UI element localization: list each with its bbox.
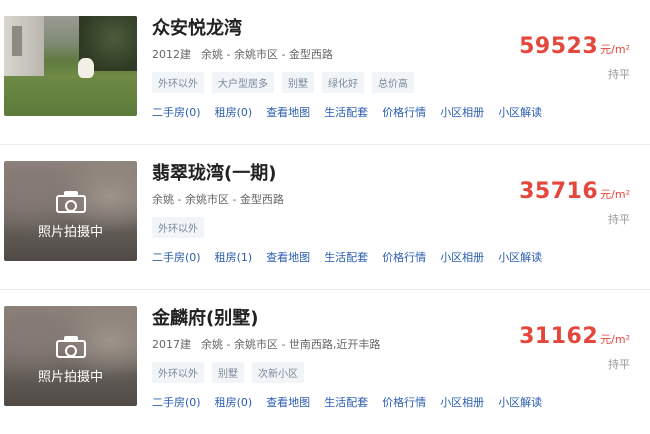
listing-item: 照片拍摄中 翡翠珑湾(一期) 余姚 - 余姚市区 - 金型西路 外环以外 二手房… — [0, 144, 650, 289]
unit-price: 31162 元/m² — [519, 324, 630, 349]
location: 余姚 - 余姚市区 - 世南西路,近开丰路 — [201, 338, 381, 351]
photo-pending-label: 照片拍摄中 — [37, 370, 103, 385]
build-year: 2012建 — [152, 48, 191, 61]
price-trend-link[interactable]: 价格行情 — [382, 104, 426, 120]
rent-link[interactable]: 租房(1) — [215, 249, 253, 265]
tag: 别墅 — [282, 72, 314, 93]
tag: 外环以外 — [152, 362, 204, 383]
secondhand-link[interactable]: 二手房(0) — [152, 104, 201, 120]
photo-pending-label: 照片拍摄中 — [37, 225, 103, 240]
unit-price: 35716 元/m² — [519, 179, 630, 204]
review-link[interactable]: 小区解读 — [498, 394, 542, 410]
community-meta: 余姚 - 余姚市区 - 金型西路 — [152, 191, 284, 207]
community-photo[interactable]: 照片拍摄中 — [4, 161, 137, 261]
album-link[interactable]: 小区相册 — [440, 104, 484, 120]
community-meta: 2017建 余姚 - 余姚市区 - 世南西路,近开丰路 — [152, 336, 380, 352]
tag-list: 外环以外 — [152, 217, 204, 238]
community-list: 众安悦龙湾 2012建 余姚 - 余姚市区 - 金型西路 外环以外 大户型居多 别… — [0, 0, 650, 434]
price-trend: 持平 — [608, 68, 630, 81]
tag: 外环以外 — [152, 72, 204, 93]
price-value: 35716 — [519, 179, 599, 204]
community-meta: 2012建 余姚 - 余姚市区 - 金型西路 — [152, 46, 333, 62]
tag: 别墅 — [212, 362, 244, 383]
price-trend-link[interactable]: 价格行情 — [382, 394, 426, 410]
amenities-link[interactable]: 生活配套 — [324, 394, 368, 410]
tag: 大户型居多 — [212, 72, 274, 93]
action-links: 二手房(0) 租房(0) 查看地图 生活配套 价格行情 小区相册 小区解读 — [152, 394, 542, 410]
tag: 次新小区 — [252, 362, 304, 383]
rent-link[interactable]: 租房(0) — [215, 104, 253, 120]
album-link[interactable]: 小区相册 — [440, 249, 484, 265]
secondhand-link[interactable]: 二手房(0) — [152, 249, 201, 265]
tag-list: 外环以外 大户型居多 别墅 绿化好 总价高 — [152, 72, 414, 93]
review-link[interactable]: 小区解读 — [498, 249, 542, 265]
tag: 总价高 — [372, 72, 414, 93]
build-year: 2017建 — [152, 338, 191, 351]
tag-list: 外环以外 别墅 次新小区 — [152, 362, 304, 383]
price-trend: 持平 — [608, 358, 630, 371]
price-unit: 元/m² — [600, 333, 630, 346]
tag: 外环以外 — [152, 217, 204, 238]
price-unit: 元/m² — [600, 43, 630, 56]
amenities-link[interactable]: 生活配套 — [324, 249, 368, 265]
tag: 绿化好 — [322, 72, 364, 93]
photo-building-window — [12, 26, 22, 56]
location: 余姚 - 余姚市区 - 金型西路 — [201, 48, 333, 61]
rent-link[interactable]: 租房(0) — [215, 394, 253, 410]
community-photo[interactable] — [4, 16, 137, 116]
camera-icon — [55, 336, 86, 358]
secondhand-link[interactable]: 二手房(0) — [152, 394, 201, 410]
price-unit: 元/m² — [600, 188, 630, 201]
unit-price: 59523 元/m² — [519, 34, 630, 59]
map-link[interactable]: 查看地图 — [266, 394, 310, 410]
price-trend: 持平 — [608, 213, 630, 226]
action-links: 二手房(0) 租房(0) 查看地图 生活配套 价格行情 小区相册 小区解读 — [152, 104, 542, 120]
album-link[interactable]: 小区相册 — [440, 394, 484, 410]
price-trend-link[interactable]: 价格行情 — [382, 249, 426, 265]
photo-building — [4, 16, 44, 76]
listing-item: 众安悦龙湾 2012建 余姚 - 余姚市区 - 金型西路 外环以外 大户型居多 别… — [0, 0, 650, 144]
review-link[interactable]: 小区解读 — [498, 104, 542, 120]
map-link[interactable]: 查看地图 — [266, 104, 310, 120]
photo-dog — [78, 58, 94, 78]
community-photo[interactable]: 照片拍摄中 — [4, 306, 137, 406]
price-value: 59523 — [519, 34, 599, 59]
price-value: 31162 — [519, 324, 599, 349]
action-links: 二手房(0) 租房(1) 查看地图 生活配套 价格行情 小区相册 小区解读 — [152, 249, 542, 265]
amenities-link[interactable]: 生活配套 — [324, 104, 368, 120]
community-name[interactable]: 金麟府(别墅) — [152, 304, 258, 330]
community-name[interactable]: 众安悦龙湾 — [152, 14, 242, 40]
community-name[interactable]: 翡翠珑湾(一期) — [152, 159, 276, 185]
map-link[interactable]: 查看地图 — [266, 249, 310, 265]
listing-item: 照片拍摄中 金麟府(别墅) 2017建 余姚 - 余姚市区 - 世南西路,近开丰路… — [0, 289, 650, 434]
location: 余姚 - 余姚市区 - 金型西路 — [152, 193, 284, 206]
camera-icon — [55, 191, 86, 213]
